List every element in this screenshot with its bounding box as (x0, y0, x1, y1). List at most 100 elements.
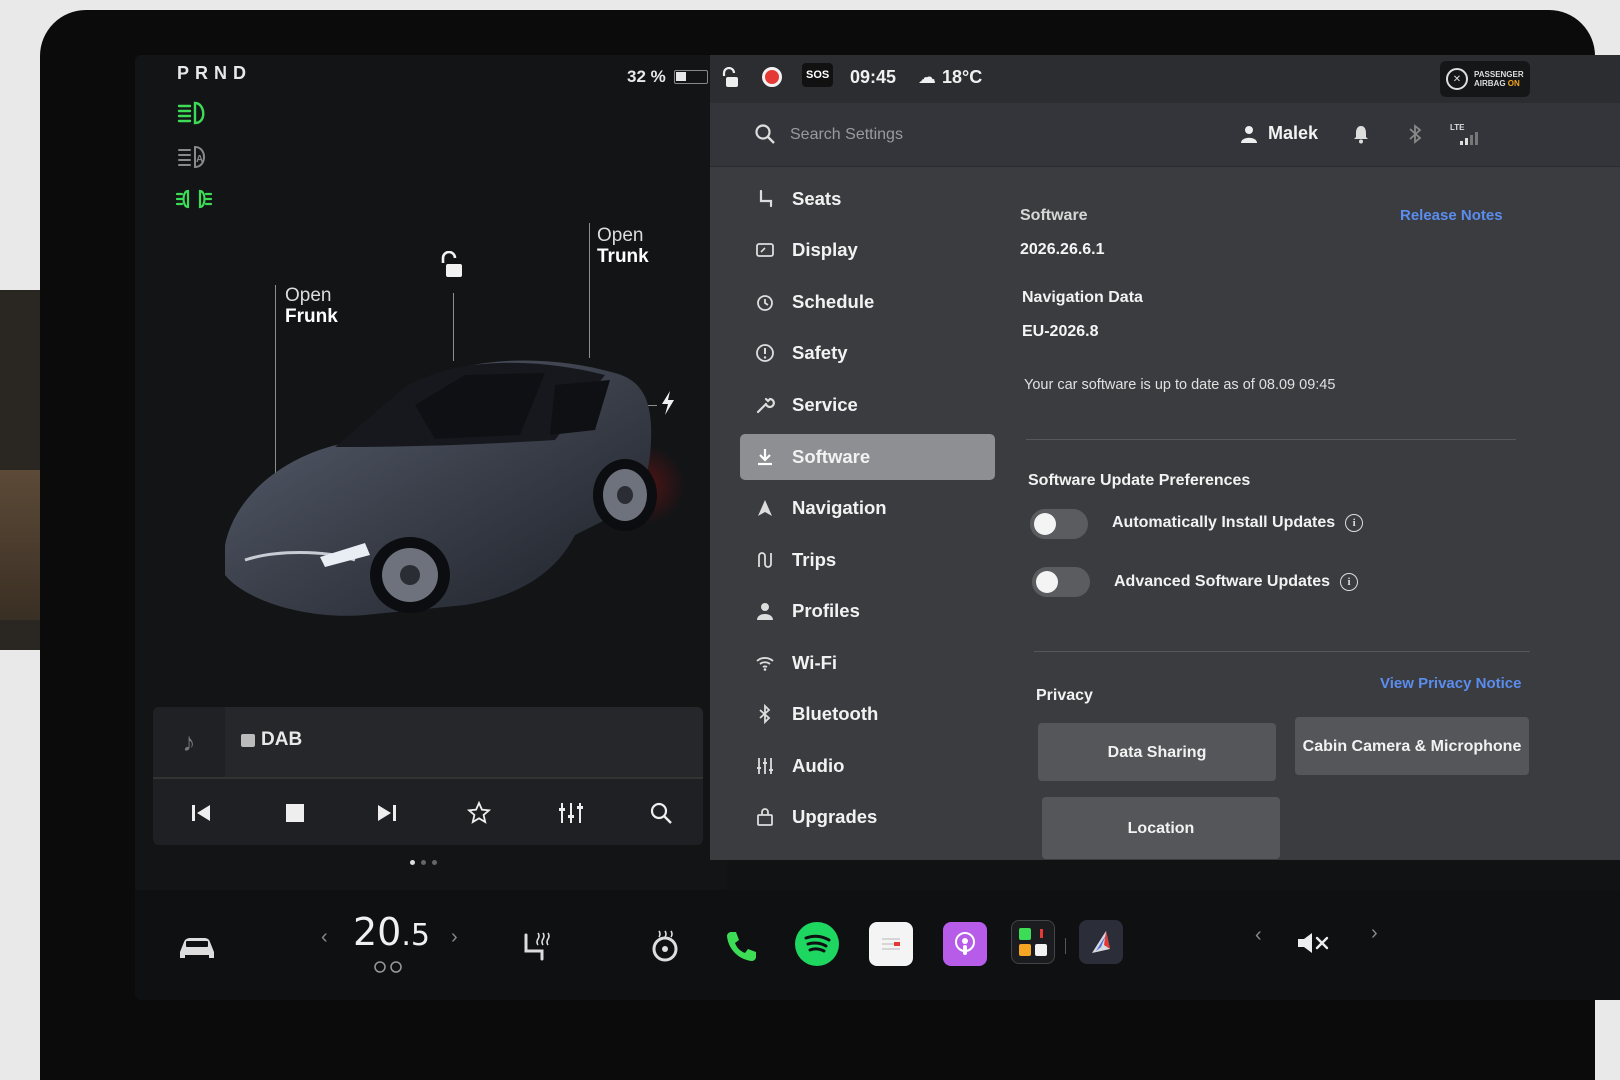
battery-fill (675, 72, 686, 81)
open-frunk-button[interactable]: Open Frunk (285, 285, 338, 327)
profile-button[interactable]: Malek (1240, 123, 1318, 144)
temp-down-icon[interactable]: ‹ (321, 926, 328, 949)
nav-item-wifi[interactable]: Wi-Fi (740, 637, 995, 689)
user-name: Malek (1268, 123, 1319, 143)
trunk-label-line1: Open (597, 225, 644, 246)
media-player: ♪ DAB (153, 707, 703, 845)
nav-item-label: Profiles (792, 600, 860, 622)
low-beam-icon[interactable] (175, 99, 213, 127)
battery-percent: 32 % (627, 67, 666, 86)
radio-icon (241, 733, 255, 747)
spotify-icon[interactable] (795, 922, 839, 966)
nav-item-bluetooth[interactable]: Bluetooth (740, 689, 995, 741)
bluetooth-status-icon[interactable] (1404, 123, 1426, 145)
volume-down-icon[interactable]: ‹ (1255, 924, 1262, 947)
car-icon[interactable] (175, 930, 219, 964)
nav-item-trips[interactable]: Trips (740, 534, 995, 586)
airbag-icon: ✕ (1446, 68, 1468, 90)
volume-up-icon[interactable]: › (1371, 922, 1378, 945)
media-now-playing[interactable]: ♪ DAB (153, 707, 703, 777)
next-track-icon[interactable] (365, 791, 409, 835)
calendar-icon[interactable] (869, 922, 913, 966)
nav-item-label: Upgrades (792, 806, 878, 828)
dashcam-record-icon[interactable] (762, 67, 782, 87)
advanced-updates-label: Advanced Software Updates i (1114, 573, 1359, 591)
display-bezel: PRND 32 % A Open Frunk Open Trunk ♪ DAB … (40, 10, 1620, 1080)
release-notes-link[interactable]: Release Notes (1400, 207, 1503, 224)
navigation-data-label: Navigation Data (1022, 289, 1143, 306)
weather: ☁ 18°C (918, 67, 982, 88)
nav-item-label: Seats (792, 187, 842, 209)
download-icon (754, 446, 776, 468)
nav-item-profiles[interactable]: Profiles (740, 586, 995, 638)
auto-install-toggle[interactable] (1030, 509, 1088, 539)
auto-install-text: Automatically Install Updates (1112, 514, 1336, 531)
nav-item-label: Trips (792, 548, 837, 570)
nav-item-upgrades[interactable]: Upgrades (740, 792, 995, 844)
advanced-updates-text: Advanced Software Updates (1114, 573, 1331, 590)
sos-button[interactable]: SOS (802, 63, 834, 87)
vehicle-render (225, 360, 685, 616)
favorite-star-icon[interactable] (457, 791, 501, 835)
software-version: 2026.26.6.1 (1020, 241, 1105, 258)
divider (1026, 439, 1516, 440)
settings-search-input[interactable] (790, 121, 1090, 149)
airbag-state: ON (1507, 79, 1520, 88)
parking-lights-icon[interactable] (175, 185, 213, 213)
lock-status-icon[interactable] (720, 67, 740, 89)
nav-item-seats[interactable]: Seats (740, 173, 995, 225)
nav-item-schedule[interactable]: Schedule (740, 276, 995, 328)
update-status-text: Your car software is up to date as of 08… (1024, 377, 1336, 393)
dock-separator (1065, 938, 1066, 954)
auto-install-label: Automatically Install Updates i (1112, 514, 1364, 532)
trunk-label-line2: Trunk (597, 246, 649, 267)
podcasts-icon[interactable] (943, 922, 987, 966)
cabin-camera-button[interactable]: Cabin Camera & Microphone (1295, 717, 1529, 775)
open-trunk-button[interactable]: Open Trunk (597, 225, 649, 267)
seat-heater-icon[interactable] (517, 926, 557, 966)
volume-muted-icon[interactable] (1293, 928, 1333, 958)
nav-item-software[interactable]: Software (740, 433, 995, 480)
card-pagination[interactable] (410, 860, 437, 865)
nav-item-service[interactable]: Service (740, 379, 995, 431)
navigation-app-icon[interactable] (1079, 920, 1123, 964)
display-icon (754, 239, 776, 261)
info-icon[interactable]: i (1345, 514, 1364, 532)
update-preferences-heading: Software Update Preferences (1028, 472, 1251, 489)
nav-item-label: Navigation (792, 497, 887, 519)
notification-bell-icon[interactable] (1350, 123, 1372, 145)
equalizer-icon[interactable] (549, 791, 593, 835)
nav-item-display[interactable]: Display (740, 225, 995, 277)
navigation-icon (754, 497, 776, 519)
location-button[interactable]: Location (1042, 797, 1280, 859)
steering-wheel-heat-icon[interactable] (645, 926, 685, 966)
previous-track-icon[interactable] (179, 791, 223, 835)
auto-high-beam-icon[interactable]: A (175, 143, 213, 171)
info-icon[interactable]: i (1340, 573, 1359, 591)
airbag-line2: AIRBAG (1474, 79, 1506, 88)
equalizer-icon (754, 755, 776, 777)
data-sharing-button[interactable]: Data Sharing (1038, 723, 1276, 781)
clock: 09:45 (850, 67, 897, 87)
toybox-icon[interactable] (1011, 920, 1055, 964)
frunk-label-line2: Frunk (285, 306, 338, 327)
settings-header: Malek LTE (710, 103, 1620, 167)
nav-item-label: Service (792, 393, 858, 415)
nav-item-navigation[interactable]: Navigation (740, 483, 995, 535)
media-search-icon[interactable] (639, 791, 683, 835)
view-privacy-notice-link[interactable]: View Privacy Notice (1380, 675, 1521, 692)
nav-item-label: Safety (792, 342, 848, 364)
person-icon (754, 600, 776, 622)
temp-up-icon[interactable]: › (451, 926, 458, 949)
frunk-label-line1: Open (285, 285, 332, 306)
nav-item-audio[interactable]: Audio (740, 740, 995, 792)
unlock-icon[interactable] (438, 250, 464, 281)
phone-icon[interactable] (719, 924, 763, 968)
seat-icon (754, 188, 776, 210)
advanced-updates-toggle[interactable] (1032, 567, 1090, 597)
cabin-temperature[interactable]: 20.5 (353, 910, 430, 954)
stop-icon[interactable] (273, 791, 317, 835)
software-section-label: Software (1020, 207, 1088, 224)
nav-item-safety[interactable]: Safety (740, 328, 995, 380)
search-icon (754, 123, 776, 145)
